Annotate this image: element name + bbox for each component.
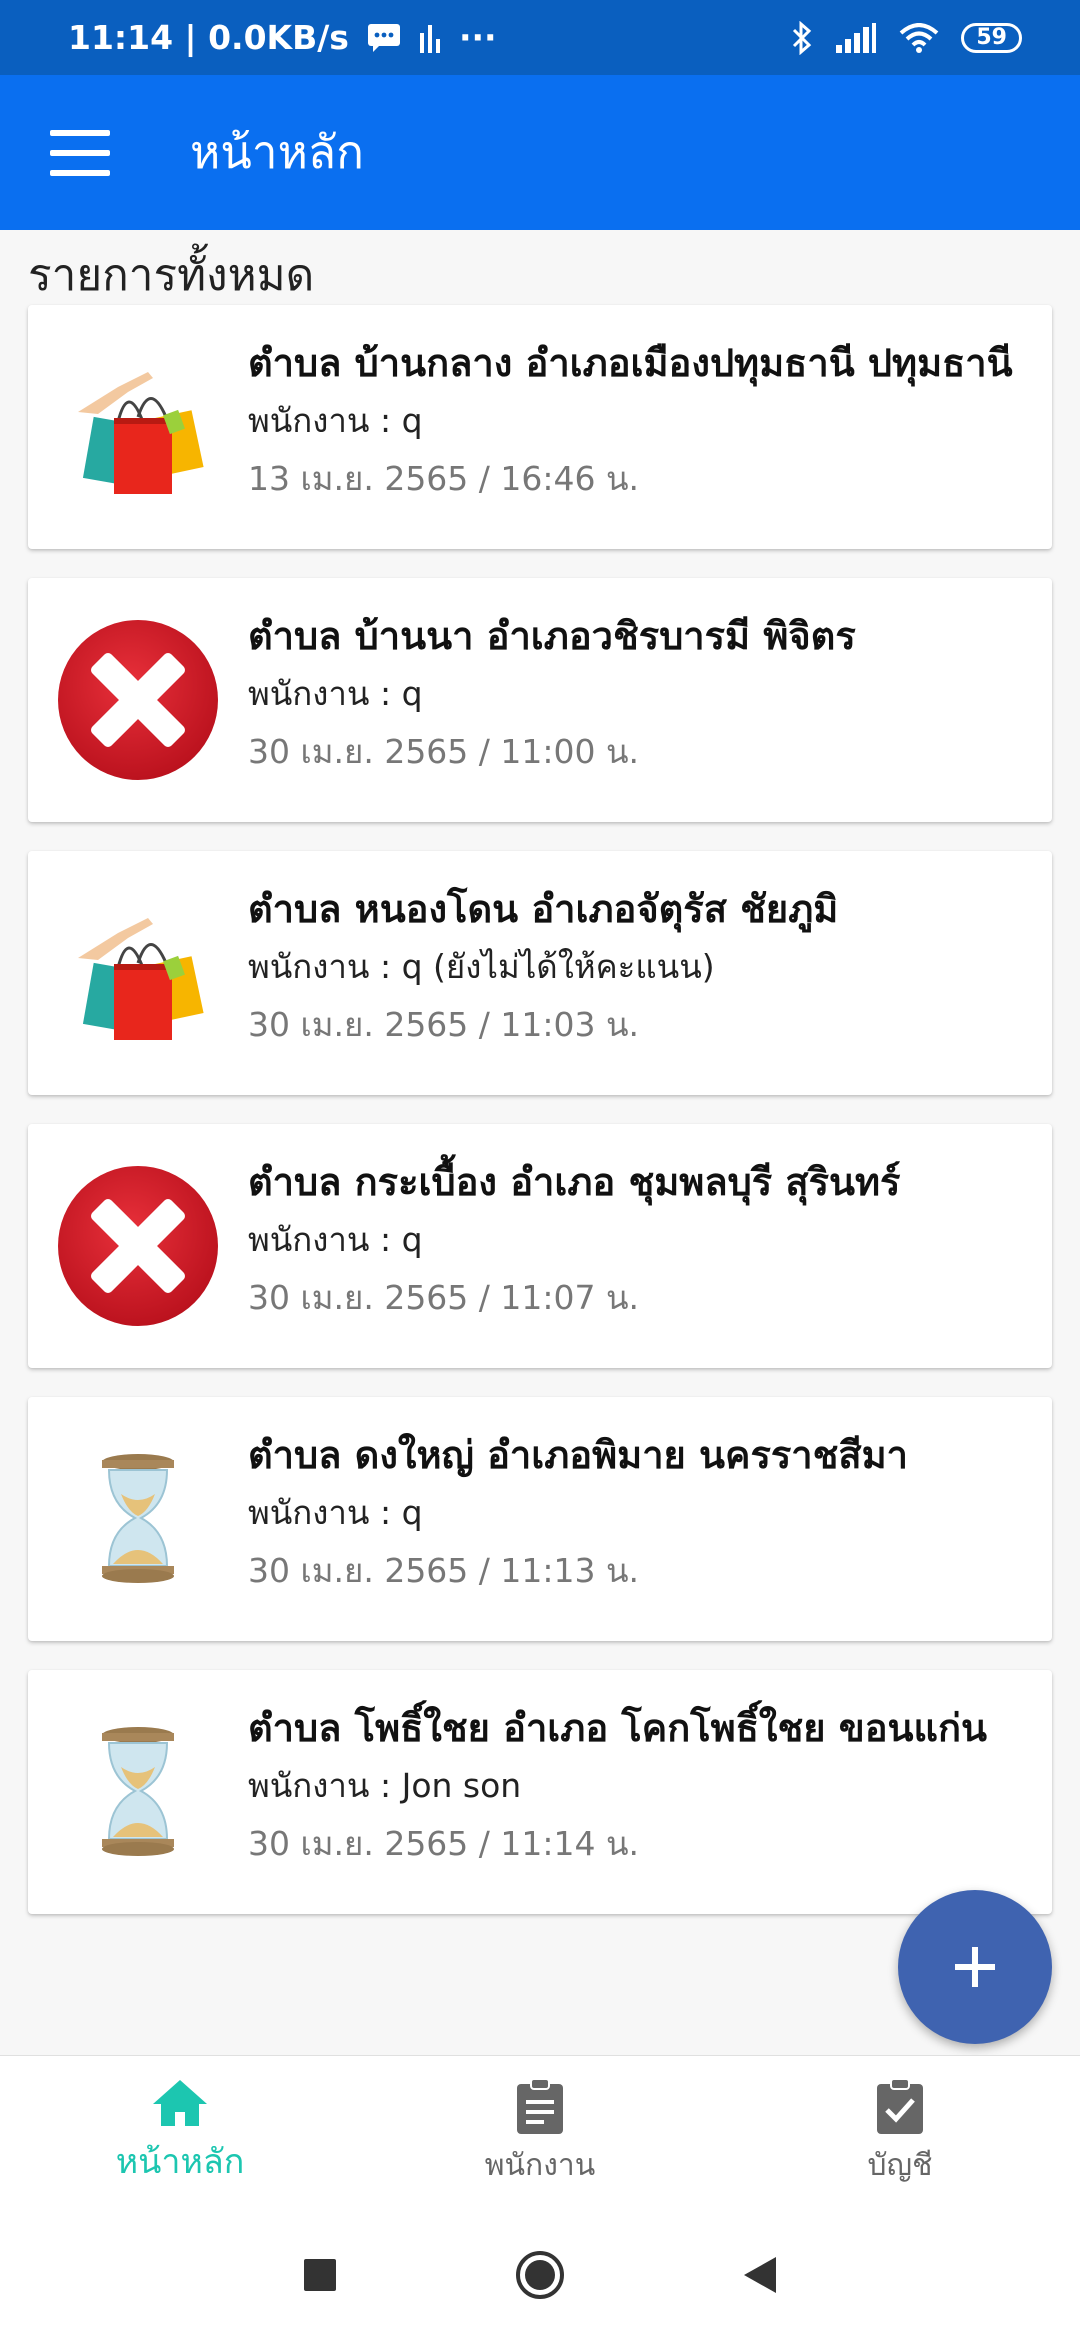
item-title: ตำบล บ้านกลาง อำเภอเมืองปทุมธานี ปทุมธาน… bbox=[248, 341, 1013, 385]
shopping-bags-icon bbox=[28, 305, 248, 549]
menu-icon[interactable] bbox=[50, 129, 110, 176]
item-staff: พนักงาน : q bbox=[248, 401, 423, 440]
clipboard-icon bbox=[517, 2077, 563, 2134]
battery-indicator: 59 bbox=[961, 22, 1022, 53]
item-title: ตำบล โพธิ์ใชย อำเภอ โคกโพธิ์ใชย ขอนแก่น bbox=[248, 1706, 987, 1750]
clipboard-check-icon bbox=[877, 2077, 923, 2134]
red-x-icon bbox=[28, 1124, 248, 1368]
bluetooth-icon bbox=[791, 20, 813, 55]
list-item[interactable]: ตำบล กระเบื้อง อำเภอ ชุมพลบุรี สุรินทร์ … bbox=[28, 1124, 1052, 1368]
item-staff: พนักงาน : q bbox=[248, 674, 423, 713]
list-item[interactable]: ตำบล หนองโดน อำเภอจัตุรัส ชัยภูมิ พนักงา… bbox=[28, 851, 1052, 1095]
section-title: รายการทั้งหมด bbox=[28, 250, 315, 301]
item-date: 30 เม.ย. 2565 / 11:13 น. bbox=[248, 1551, 640, 1590]
list-item[interactable]: ตำบล บ้านกลาง อำเภอเมืองปทุมธานี ปทุมธาน… bbox=[28, 305, 1052, 549]
nav-staff[interactable]: พนักงาน bbox=[360, 2056, 720, 2210]
wifi-icon bbox=[899, 22, 939, 53]
add-button[interactable] bbox=[898, 1890, 1052, 2044]
back-button[interactable] bbox=[725, 2240, 795, 2310]
item-title: ตำบล หนองโดน อำเภอจัตุรัส ชัยภูมิ bbox=[248, 887, 839, 931]
item-title: ตำบล กระเบื้อง อำเภอ ชุมพลบุรี สุรินทร์ bbox=[248, 1160, 901, 1204]
nav-account-label: บัญชี bbox=[867, 2147, 933, 2183]
signal-icon bbox=[835, 22, 877, 53]
recents-button[interactable] bbox=[285, 2240, 355, 2310]
hourglass-icon bbox=[28, 1397, 248, 1641]
item-title: ตำบล บ้านนา อำเภอวชิรบารมี พิจิตร bbox=[248, 614, 856, 658]
status-bar: 11:14 | 0.0KB/s ··· 59 bbox=[0, 0, 1080, 75]
more-indicator: ··· bbox=[458, 18, 497, 57]
home-system-button[interactable] bbox=[505, 2240, 575, 2310]
order-list: ตำบล บ้านกลาง อำเภอเมืองปทุมธานี ปทุมธาน… bbox=[28, 305, 1052, 1943]
item-title: ตำบล ดงใหญ่ อำเภอพิมาย นครราชสีมา bbox=[248, 1433, 908, 1477]
message-icon bbox=[367, 23, 401, 53]
item-date: 30 เม.ย. 2565 / 11:00 น. bbox=[248, 732, 640, 771]
nav-home[interactable]: หน้าหลัก bbox=[0, 2056, 360, 2210]
app-bar: หน้าหลัก bbox=[0, 75, 1080, 230]
nav-home-label: หน้าหลัก bbox=[115, 2142, 245, 2182]
page-title: หน้าหลัก bbox=[190, 125, 364, 179]
red-x-icon bbox=[28, 578, 248, 822]
item-date: 13 เม.ย. 2565 / 16:46 น. bbox=[248, 459, 640, 498]
item-date: 30 เม.ย. 2565 / 11:07 น. bbox=[248, 1278, 640, 1317]
nav-staff-label: พนักงาน bbox=[484, 2147, 596, 2183]
shopping-bags-icon bbox=[28, 851, 248, 1095]
square-icon bbox=[304, 2259, 336, 2291]
nav-account[interactable]: บัญชี bbox=[720, 2056, 1080, 2210]
system-nav-bar bbox=[0, 2210, 1080, 2340]
item-staff: พนักงาน : q bbox=[248, 1493, 423, 1532]
list-item[interactable]: ตำบล โพธิ์ใชย อำเภอ โคกโพธิ์ใชย ขอนแก่น … bbox=[28, 1670, 1052, 1914]
circle-icon bbox=[516, 2251, 564, 2299]
status-time: 11:14 | 0.0KB/s bbox=[68, 18, 349, 57]
data-activity-icon bbox=[419, 23, 441, 53]
home-icon bbox=[153, 2080, 207, 2126]
hourglass-icon bbox=[28, 1670, 248, 1914]
bottom-nav: หน้าหลัก พนักงาน บัญชี bbox=[0, 2055, 1080, 2210]
plus-icon bbox=[955, 1947, 995, 1987]
triangle-back-icon bbox=[744, 2257, 776, 2293]
item-staff: พนักงาน : q bbox=[248, 1220, 423, 1259]
item-date: 30 เม.ย. 2565 / 11:14 น. bbox=[248, 1824, 640, 1863]
list-item[interactable]: ตำบล ดงใหญ่ อำเภอพิมาย นครราชสีมา พนักงา… bbox=[28, 1397, 1052, 1641]
list-item[interactable]: ตำบล บ้านนา อำเภอวชิรบารมี พิจิตร พนักงา… bbox=[28, 578, 1052, 822]
item-staff: พนักงาน : q (ยังไม่ได้ให้คะแนน) bbox=[248, 947, 715, 986]
item-date: 30 เม.ย. 2565 / 11:03 น. bbox=[248, 1005, 640, 1044]
item-staff: พนักงาน : Jon son bbox=[248, 1766, 522, 1805]
